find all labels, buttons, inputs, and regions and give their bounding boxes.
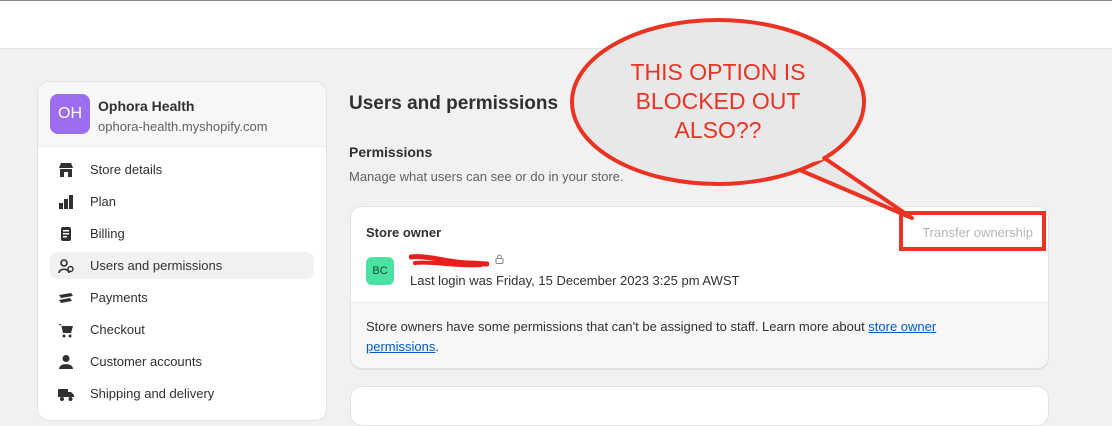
lock-icon bbox=[495, 254, 504, 264]
annotation-text: THIS OPTION IS BLOCKED OUT ALSO?? bbox=[630, 59, 806, 143]
sidebar-item-payments[interactable]: Payments bbox=[50, 284, 314, 311]
redacted-owner-name bbox=[409, 254, 489, 268]
truck-icon bbox=[58, 386, 74, 402]
next-card bbox=[350, 386, 1049, 426]
settings-sidebar: OH Ophora Health ophora-health.myshopify… bbox=[37, 81, 327, 421]
store-owner-heading: Store owner bbox=[366, 225, 442, 240]
owner-avatar: BC bbox=[366, 257, 394, 285]
sidebar-item-label: Payments bbox=[90, 290, 148, 305]
store-icon bbox=[58, 162, 74, 178]
permissions-heading: Permissions bbox=[349, 144, 433, 160]
top-bar bbox=[0, 0, 1112, 49]
store-url: ophora-health.myshopify.com bbox=[98, 119, 268, 134]
sidebar-item-label: Users and permissions bbox=[90, 258, 223, 273]
page-title: Users and permissions bbox=[349, 93, 559, 114]
annotation-highlight-box bbox=[899, 211, 1046, 251]
payments-icon bbox=[58, 290, 74, 306]
owner-permissions-note: Store owners have some permissions that … bbox=[351, 302, 1048, 368]
last-login-text: Last login was Friday, 15 December 2023 … bbox=[410, 273, 740, 288]
billing-icon bbox=[58, 226, 74, 242]
person-icon bbox=[58, 354, 74, 370]
sidebar-item-label: Plan bbox=[90, 194, 117, 209]
sidebar-item-plan[interactable]: Plan bbox=[50, 188, 314, 215]
sidebar-item-label: Shipping and delivery bbox=[90, 386, 215, 401]
permissions-description: Manage what users can see or do in your … bbox=[349, 169, 624, 184]
sidebar-item-store-details[interactable]: Store details bbox=[50, 156, 314, 183]
sidebar-item-label: Customer accounts bbox=[90, 354, 202, 369]
owner-permissions-text: Store owners have some permissions that … bbox=[366, 317, 1006, 357]
users-icon bbox=[58, 258, 74, 274]
sidebar-item-checkout[interactable]: Checkout bbox=[50, 316, 314, 343]
footer-text: Store owners have some permissions that … bbox=[366, 319, 869, 334]
sidebar-item-billing[interactable]: Billing bbox=[50, 220, 314, 247]
plan-icon bbox=[58, 194, 74, 210]
store-header[interactable]: OH Ophora Health ophora-health.myshopify… bbox=[38, 82, 326, 147]
sidebar-item-label: Billing bbox=[90, 226, 125, 241]
cart-icon bbox=[58, 322, 74, 338]
sidebar-item-label: Checkout bbox=[90, 322, 145, 337]
settings-nav: Store details Plan Billing Users and per… bbox=[50, 156, 314, 412]
footer-end: . bbox=[435, 339, 439, 354]
sidebar-item-users-and-permissions[interactable]: Users and permissions bbox=[50, 252, 314, 279]
sidebar-item-customer-accounts[interactable]: Customer accounts bbox=[50, 348, 314, 375]
sidebar-item-label: Store details bbox=[90, 162, 163, 177]
store-avatar: OH bbox=[50, 94, 90, 134]
store-name: Ophora Health bbox=[98, 98, 195, 114]
